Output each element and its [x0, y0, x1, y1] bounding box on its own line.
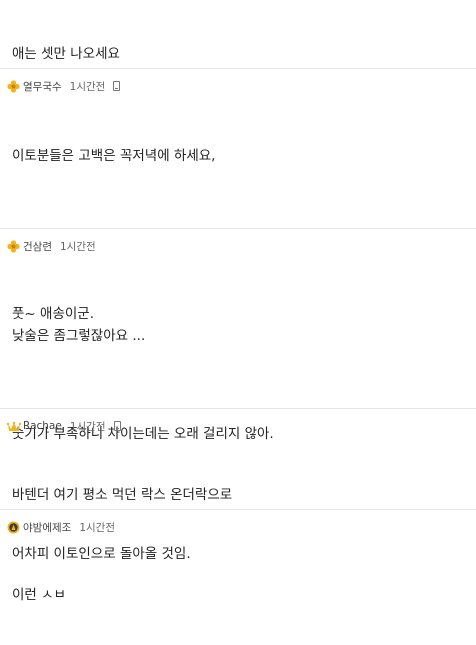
author-name[interactable]: 건삼련	[23, 239, 52, 254]
comment-thread: 애는 셋만 나오세요 열무국수 1시간전 이토분들은 고백은 꼭저녁에 하세요,	[0, 0, 476, 603]
comment-header: 열무국수 1시간전	[7, 79, 121, 94]
comment-item: 애는 셋만 나오세요	[0, 0, 476, 69]
comment-item: Rachae 1시간전 바텐더 여기 평소 먹던 락스 온더락으로	[0, 409, 476, 510]
comment-time: 1시간전	[69, 420, 106, 433]
comment-item: 건삼련 1시간전 풋~ 애송이군. 숫기가 부족하니 차이는데는 오래 걸리지 …	[0, 229, 476, 562]
comment-line: 이런 ㅅㅂ	[12, 587, 66, 603]
mobile-icon	[113, 421, 121, 431]
author-name[interactable]: 야밤에제조	[23, 520, 71, 535]
comment-line: 이토분들은 고백은 꼭저녁에 하세요,	[12, 148, 216, 164]
gold-crown-icon	[6, 420, 22, 433]
comment-body: 이런 ㅅㅂ	[12, 545, 66, 645]
comment-line: 풋~ 애송이군.	[12, 306, 94, 322]
comment-time: 1시간전	[69, 80, 106, 93]
comment-header: 야밤에제조 1시간전	[7, 520, 115, 534]
gold-flower-icon	[7, 239, 20, 253]
gold-medal-icon	[7, 521, 20, 534]
gold-flower-icon	[7, 79, 20, 93]
comment-line: 애는 셋만 나오세요	[12, 46, 120, 62]
author-name[interactable]: Rachae	[23, 420, 62, 432]
comment-time: 1시간전	[79, 521, 115, 534]
author-name[interactable]: 열무국수	[23, 79, 62, 94]
comment-header: Rachae 1시간전	[6, 419, 121, 433]
comment-header: 건삼련 1시간전	[7, 239, 96, 253]
comment-item: 열무국수 1시간전 이토분들은 고백은 꼭저녁에 하세요, 낮술은 좀그렇잖아요…	[0, 69, 476, 344]
comment-time: 1시간전	[59, 240, 96, 253]
comment-line	[12, 364, 274, 384]
comment-line	[12, 206, 215, 226]
comment-item: 야밤에제조 1시간전 이런 ㅅㅂ	[0, 510, 476, 603]
mobile-icon	[113, 81, 121, 91]
comment-line: 바텐더 여기 평소 먹던 락스 온더락으로	[12, 487, 233, 503]
